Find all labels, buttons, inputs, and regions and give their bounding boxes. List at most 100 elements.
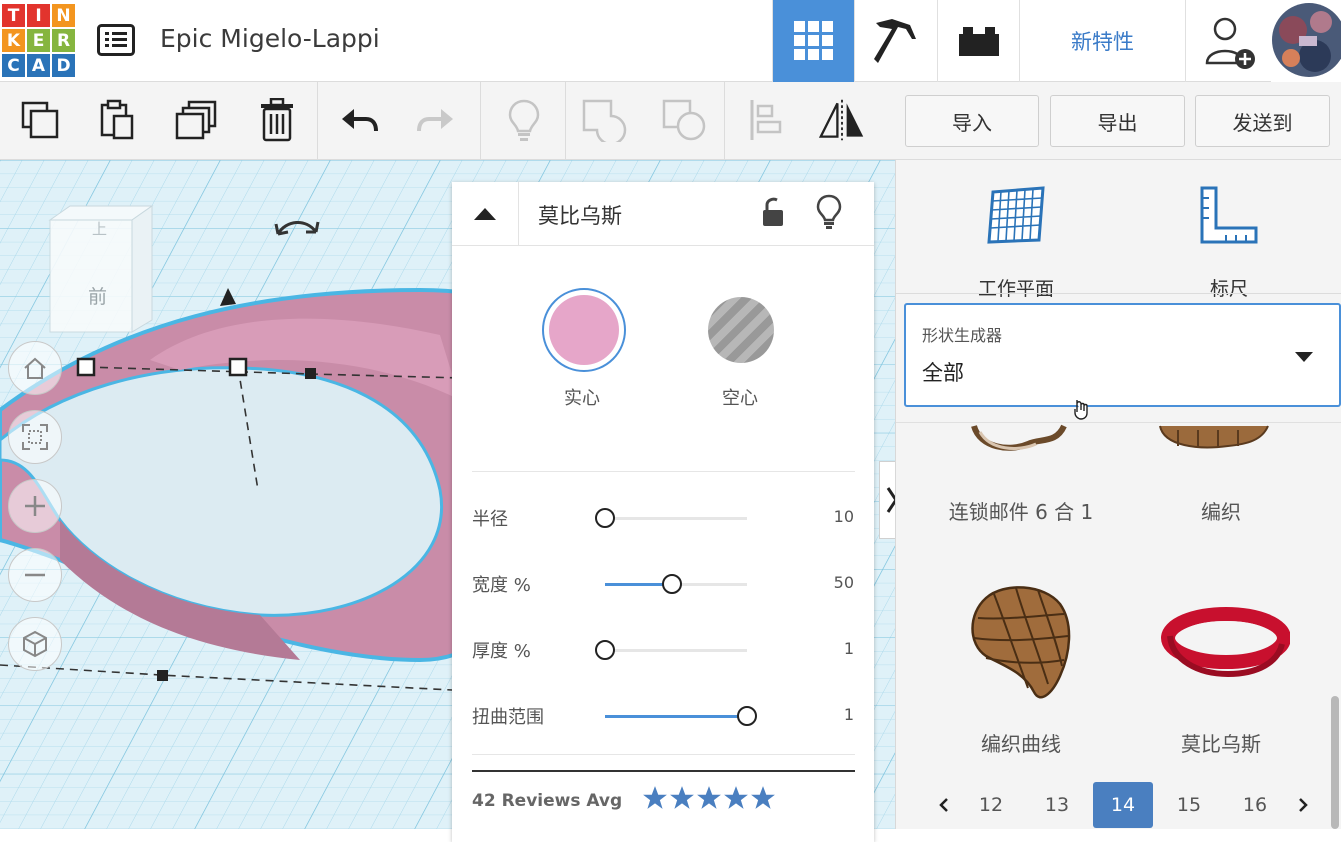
workplane-tool[interactable]: 工作平面 (956, 180, 1076, 300)
mirror-icon[interactable] (818, 96, 866, 144)
3d-design-view-button[interactable] (772, 0, 854, 82)
minecraft-view-button[interactable] (854, 0, 937, 82)
ruler-icon (1200, 186, 1258, 244)
param-slider-row: 半径 10 (472, 503, 872, 533)
ruler-tool[interactable]: 标尺 (1169, 180, 1289, 300)
view-cube-top-label: 上 (92, 220, 108, 238)
star-icon (751, 786, 775, 809)
param-label: 半径 (472, 509, 508, 530)
new-features-label: 新特性 (1071, 30, 1134, 54)
dropdown-value: 全部 (922, 361, 964, 385)
fit-view-button[interactable] (8, 410, 62, 464)
weave-thumbnail[interactable] (1158, 422, 1270, 452)
shape-label: 连锁邮件 6 合 1 (948, 500, 1094, 524)
page-button[interactable]: 14 (1093, 782, 1153, 828)
workplane-label: 工作平面 (977, 278, 1054, 300)
param-slider-row: 厚度 % 1 (472, 635, 872, 665)
page-button[interactable]: 16 (1225, 782, 1285, 828)
divider (896, 293, 1341, 294)
shape-inspector: 莫比乌斯 实心 空心 半径 10 宽度 % 50 厚度 % 1 扭曲范围 1 42 Revie… (452, 182, 874, 842)
undo-icon[interactable] (335, 96, 383, 144)
top-bar: T I N K E R C A D Epic Migelo-Lappi 新特性 (0, 0, 1341, 82)
next-page-button[interactable] (1291, 782, 1315, 828)
triangle-up-icon (474, 208, 496, 220)
hole-label: 空心 (722, 388, 758, 409)
lock-icon[interactable] (760, 196, 788, 230)
trash-icon[interactable] (253, 96, 301, 144)
page-button[interactable]: 12 (961, 782, 1021, 828)
zoom-in-button[interactable] (8, 479, 62, 533)
align-icon[interactable] (742, 96, 790, 144)
slider-knob[interactable] (595, 508, 615, 528)
add-user-button[interactable] (1185, 0, 1271, 82)
dropdown-caption: 形状生成器 (922, 326, 1003, 345)
slider-knob[interactable] (737, 706, 757, 726)
redo-icon[interactable] (412, 96, 460, 144)
new-features-button[interactable]: 新特性 (1019, 0, 1185, 82)
copy-icon[interactable] (16, 96, 64, 144)
scrollbar-thumb[interactable] (1331, 696, 1339, 829)
param-value[interactable]: 10 (834, 507, 854, 526)
import-button[interactable]: 导入 (905, 95, 1039, 147)
logo-letter: N (52, 4, 75, 27)
view-cube-front-label: 前 (88, 286, 108, 308)
home-view-button[interactable] (8, 341, 62, 395)
param-label: 宽度 % (472, 575, 531, 596)
edit-toolbar: 导入 导出 发送到 (0, 82, 1341, 160)
send-to-button[interactable]: 发送到 (1195, 95, 1330, 147)
star-icon (643, 786, 667, 809)
solid-option[interactable] (542, 288, 626, 372)
paste-icon[interactable] (92, 96, 140, 144)
chevron-left-icon (939, 798, 948, 812)
page-button[interactable]: 13 (1027, 782, 1087, 828)
logo-letter: K (2, 29, 25, 52)
cube-icon (23, 630, 47, 658)
solid-color-swatch (549, 295, 619, 365)
hole-option[interactable] (708, 297, 774, 363)
grid-icon (793, 21, 833, 60)
param-value[interactable]: 50 (834, 573, 854, 592)
design-title[interactable]: Epic Migelo-Lappi (160, 24, 380, 53)
param-value[interactable]: 1 (844, 705, 854, 724)
fit-view-icon (22, 424, 48, 450)
home-icon (24, 357, 46, 379)
logo-letter: R (52, 29, 75, 52)
divider (472, 754, 855, 755)
duplicate-icon[interactable] (173, 96, 221, 144)
param-slider-row: 扭曲范围 1 (472, 701, 872, 731)
page-button[interactable]: 15 (1159, 782, 1219, 828)
logo-letter: T (2, 4, 25, 27)
collapse-inspector-button[interactable] (452, 182, 519, 246)
ruler-label: 标尺 (1209, 278, 1248, 300)
slider-track[interactable] (605, 649, 747, 652)
design-list-icon[interactable] (97, 24, 135, 56)
avatar[interactable] (1271, 0, 1341, 82)
shape-library-dropdown[interactable]: 形状生成器 全部 (904, 303, 1341, 407)
zoom-out-button[interactable] (8, 548, 62, 602)
slider-track[interactable] (605, 517, 747, 520)
chevron-right-icon (1299, 798, 1308, 812)
add-user-icon (1205, 17, 1255, 69)
previous-page-button[interactable] (932, 782, 956, 828)
group-icon[interactable] (580, 96, 628, 144)
chainmail-thumbnail[interactable] (970, 422, 1070, 456)
slider-knob[interactable] (595, 640, 615, 660)
slider-knob[interactable] (661, 574, 682, 594)
mobius-thumbnail[interactable] (1158, 600, 1290, 684)
ungroup-icon[interactable] (660, 96, 708, 144)
shape-label: 编织曲线 (981, 732, 1061, 756)
param-label: 厚度 % (472, 641, 531, 662)
export-button[interactable]: 导出 (1050, 95, 1185, 147)
bricks-view-button[interactable] (937, 0, 1019, 82)
lightbulb-icon[interactable] (500, 96, 548, 144)
param-value[interactable]: 1 (844, 639, 854, 658)
reviews-text: 42 Reviews Avg (472, 791, 623, 811)
woven-curve-thumbnail[interactable] (964, 580, 1076, 710)
slider-fill (605, 715, 747, 718)
tinkercad-logo[interactable]: T I N K E R C A D (2, 4, 75, 77)
ortho-view-button[interactable] (8, 617, 62, 671)
lightbulb-icon[interactable] (816, 194, 842, 230)
workplane-icon (987, 186, 1045, 244)
logo-letter: D (52, 54, 75, 77)
plus-icon (25, 496, 45, 516)
